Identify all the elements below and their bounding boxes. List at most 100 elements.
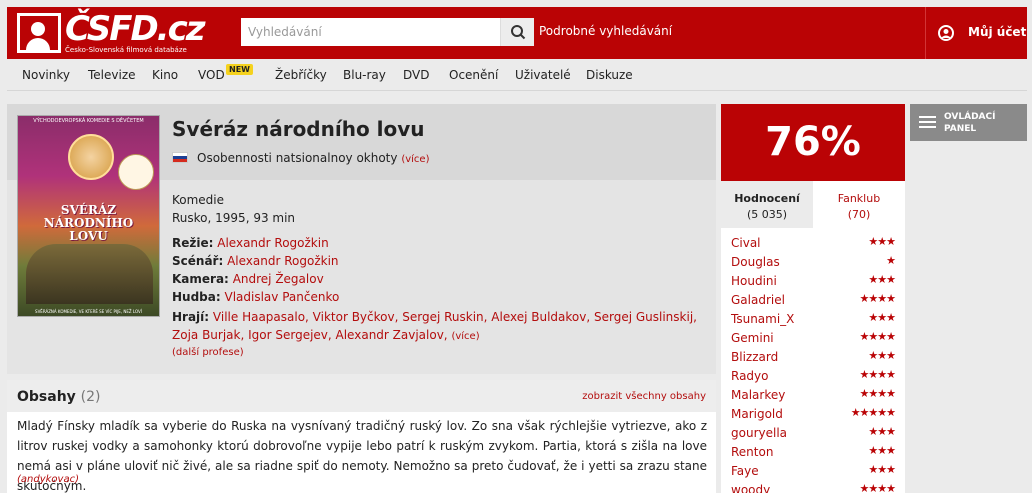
rating-row: gouryella ★★★	[721, 424, 905, 443]
rating-user-link[interactable]: Galadriel	[731, 293, 785, 307]
rating-user-link[interactable]: Malarkey	[731, 388, 785, 402]
plot-header: Obsahy (2) zobrazit všechny obsahy	[7, 380, 716, 412]
cast-more-link[interactable]: (více)	[451, 331, 479, 342]
control-panel-button[interactable]: OVLÁDACÍ PANEL	[910, 104, 1027, 141]
rating-user-link[interactable]: Gemini	[731, 331, 774, 345]
original-title: Osobennosti natsionalnoy okhoty (více)	[197, 151, 430, 165]
rating-stars: ★★★★	[859, 330, 896, 343]
rating-user-link[interactable]: Tsunami_X	[731, 312, 794, 326]
new-badge: NEW	[226, 64, 253, 75]
tab-ratings[interactable]: Hodnocení (5 035)	[721, 181, 813, 228]
advanced-search-link[interactable]: Podrobné vyhledávání	[539, 24, 672, 38]
crew-director: Režie: Alexandr Rogožkin	[172, 236, 329, 250]
nav-item-vod[interactable]: VOD	[198, 68, 225, 82]
poster-emblem	[68, 134, 114, 180]
logo-icon	[17, 13, 61, 53]
rating-stars: ★★★★★	[850, 406, 896, 419]
rating-row: Marigold ★★★★★	[721, 405, 905, 424]
poster-badge	[118, 154, 154, 190]
camera-link[interactable]: Andrej Žegalov	[233, 272, 324, 286]
plot-count: (2)	[80, 389, 101, 405]
search-button[interactable]	[500, 18, 534, 46]
nav-item-televize[interactable]: Televize	[88, 68, 136, 82]
menu-icon	[919, 116, 936, 131]
user-ratings-list: Cival ★★★ Douglas ★ Houdini ★★★ Galadriel ★★…	[721, 234, 905, 493]
nav-item-novinky[interactable]: Novinky	[22, 68, 70, 82]
rating-row: Cival ★★★	[721, 234, 905, 253]
nav-item-dvd[interactable]: DVD	[403, 68, 429, 82]
rating-row: woody ★★★★	[721, 481, 905, 493]
rating-stars: ★★★★	[859, 292, 896, 305]
csfd-logo[interactable]: ČSFD.cz Česko-Slovenská filmová databáze	[17, 9, 206, 55]
poster-title: SVÉRÁZ NÁRODNÍHO LOVU	[43, 203, 134, 243]
rating-row: Douglas ★	[721, 253, 905, 272]
rating-stars: ★★★	[868, 273, 896, 286]
rating-user-link[interactable]: Houdini	[731, 274, 777, 288]
rating-stars: ★★★	[868, 463, 896, 476]
writer-link[interactable]: Alexandr Rogožkin	[227, 254, 338, 268]
account-button[interactable]: Můj účet	[925, 7, 1027, 59]
logo-subtitle: Česko-Slovenská filmová databáze	[65, 46, 187, 54]
main-nav: Novinky Televize Kino VOD NEW Žebříčky B…	[7, 59, 1027, 91]
film-title: Svéráz národního lovu	[172, 117, 425, 141]
tab-fanclub[interactable]: Fanklub (70)	[813, 181, 905, 228]
rating-stars: ★★★	[868, 349, 896, 362]
original-title-more-link[interactable]: (více)	[401, 154, 429, 165]
rating-row: Faye ★★★	[721, 462, 905, 481]
plot-author-link[interactable]: (andykovac)	[17, 474, 79, 485]
search-icon	[511, 25, 526, 40]
nav-item-diskuze[interactable]: Diskuze	[586, 68, 633, 82]
user-icon	[938, 25, 954, 41]
rating-stars: ★★★	[868, 235, 896, 248]
rating-user-link[interactable]: Blizzard	[731, 350, 778, 364]
search-input[interactable]	[241, 18, 494, 46]
rating-row: Blizzard ★★★	[721, 348, 905, 367]
nav-item-zebricky[interactable]: Žebříčky	[275, 68, 327, 82]
logo-text: ČSFD.cz	[65, 9, 206, 49]
rating-row: Houdini ★★★	[721, 272, 905, 291]
rating-stars: ★★★★	[859, 387, 896, 400]
rating-row: Radyo ★★★★	[721, 367, 905, 386]
rating-row: Tsunami_X ★★★	[721, 310, 905, 329]
film-poster[interactable]: VÝCHODOEVROPSKÁ KOMEDIE S DĚVČETEM SVÉRÁ…	[17, 115, 160, 317]
plot-text: Mladý Fínsky mladík sa vyberie do Ruska …	[17, 419, 707, 493]
nav-item-bluray[interactable]: Blu-ray	[343, 68, 386, 82]
rating-stars: ★★★	[868, 444, 896, 457]
rating-user-link[interactable]: gouryella	[731, 426, 787, 440]
crew-writer: Scénář: Alexandr Rogožkin	[172, 254, 339, 268]
music-link[interactable]: Vladislav Pančenko	[225, 290, 340, 304]
poster-top-text: VÝCHODOEVROPSKÁ KOMEDIE S DĚVČETEM	[33, 118, 144, 124]
poster-bottom-text: SVĚRÁZNÁ KOMEDIE, VE KTERÉ SE VÍC PIJE, …	[35, 309, 142, 314]
rating-stars: ★★★	[868, 425, 896, 438]
film-info-box: VÝCHODOEVROPSKÁ KOMEDIE S DĚVČETEM SVÉRÁ…	[7, 104, 716, 374]
top-bar: ČSFD.cz Česko-Slovenská filmová databáze…	[7, 7, 1027, 59]
rating-user-link[interactable]: Marigold	[731, 407, 783, 421]
rating-user-link[interactable]: Renton	[731, 445, 773, 459]
rating-user-link[interactable]: Faye	[731, 464, 759, 478]
crew-camera: Kamera: Andrej Žegalov	[172, 272, 324, 286]
plot-title: Obsahy (2)	[17, 389, 101, 405]
rating-user-link[interactable]: Cival	[731, 236, 761, 250]
rating-user-link[interactable]: Douglas	[731, 255, 780, 269]
rating-stars: ★★★★	[859, 368, 896, 381]
other-professions-link[interactable]: (další profese)	[172, 347, 244, 358]
nav-item-uzivatele[interactable]: Uživatelé	[515, 68, 571, 82]
control-panel-label: OVLÁDACÍ PANEL	[944, 112, 996, 134]
rating-row: Malarkey ★★★★	[721, 386, 905, 405]
rating-stars: ★★★★	[859, 482, 896, 493]
rating-user-link[interactable]: woody	[731, 483, 770, 493]
show-all-plots-link[interactable]: zobrazit všechny obsahy	[582, 391, 706, 402]
director-link[interactable]: Alexandr Rogožkin	[217, 236, 328, 250]
rating-user-link[interactable]: Radyo	[731, 369, 769, 383]
crew-music: Hudba: Vladislav Pančenko	[172, 290, 340, 304]
cast-links[interactable]: Ville Haapasalo, Viktor Byčkov, Sergej R…	[172, 310, 697, 342]
russia-flag-icon	[172, 152, 188, 163]
rating-stars: ★	[886, 254, 896, 267]
rating-row: Galadriel ★★★★	[721, 291, 905, 310]
rating-row: Renton ★★★	[721, 443, 905, 462]
nav-item-kino[interactable]: Kino	[152, 68, 178, 82]
nav-item-oceneni[interactable]: Ocenění	[449, 68, 498, 82]
crew-cast: Hrají: Ville Haapasalo, Viktor Byčkov, S…	[172, 310, 697, 342]
poster-people	[26, 244, 153, 304]
rating-stars: ★★★	[868, 311, 896, 324]
